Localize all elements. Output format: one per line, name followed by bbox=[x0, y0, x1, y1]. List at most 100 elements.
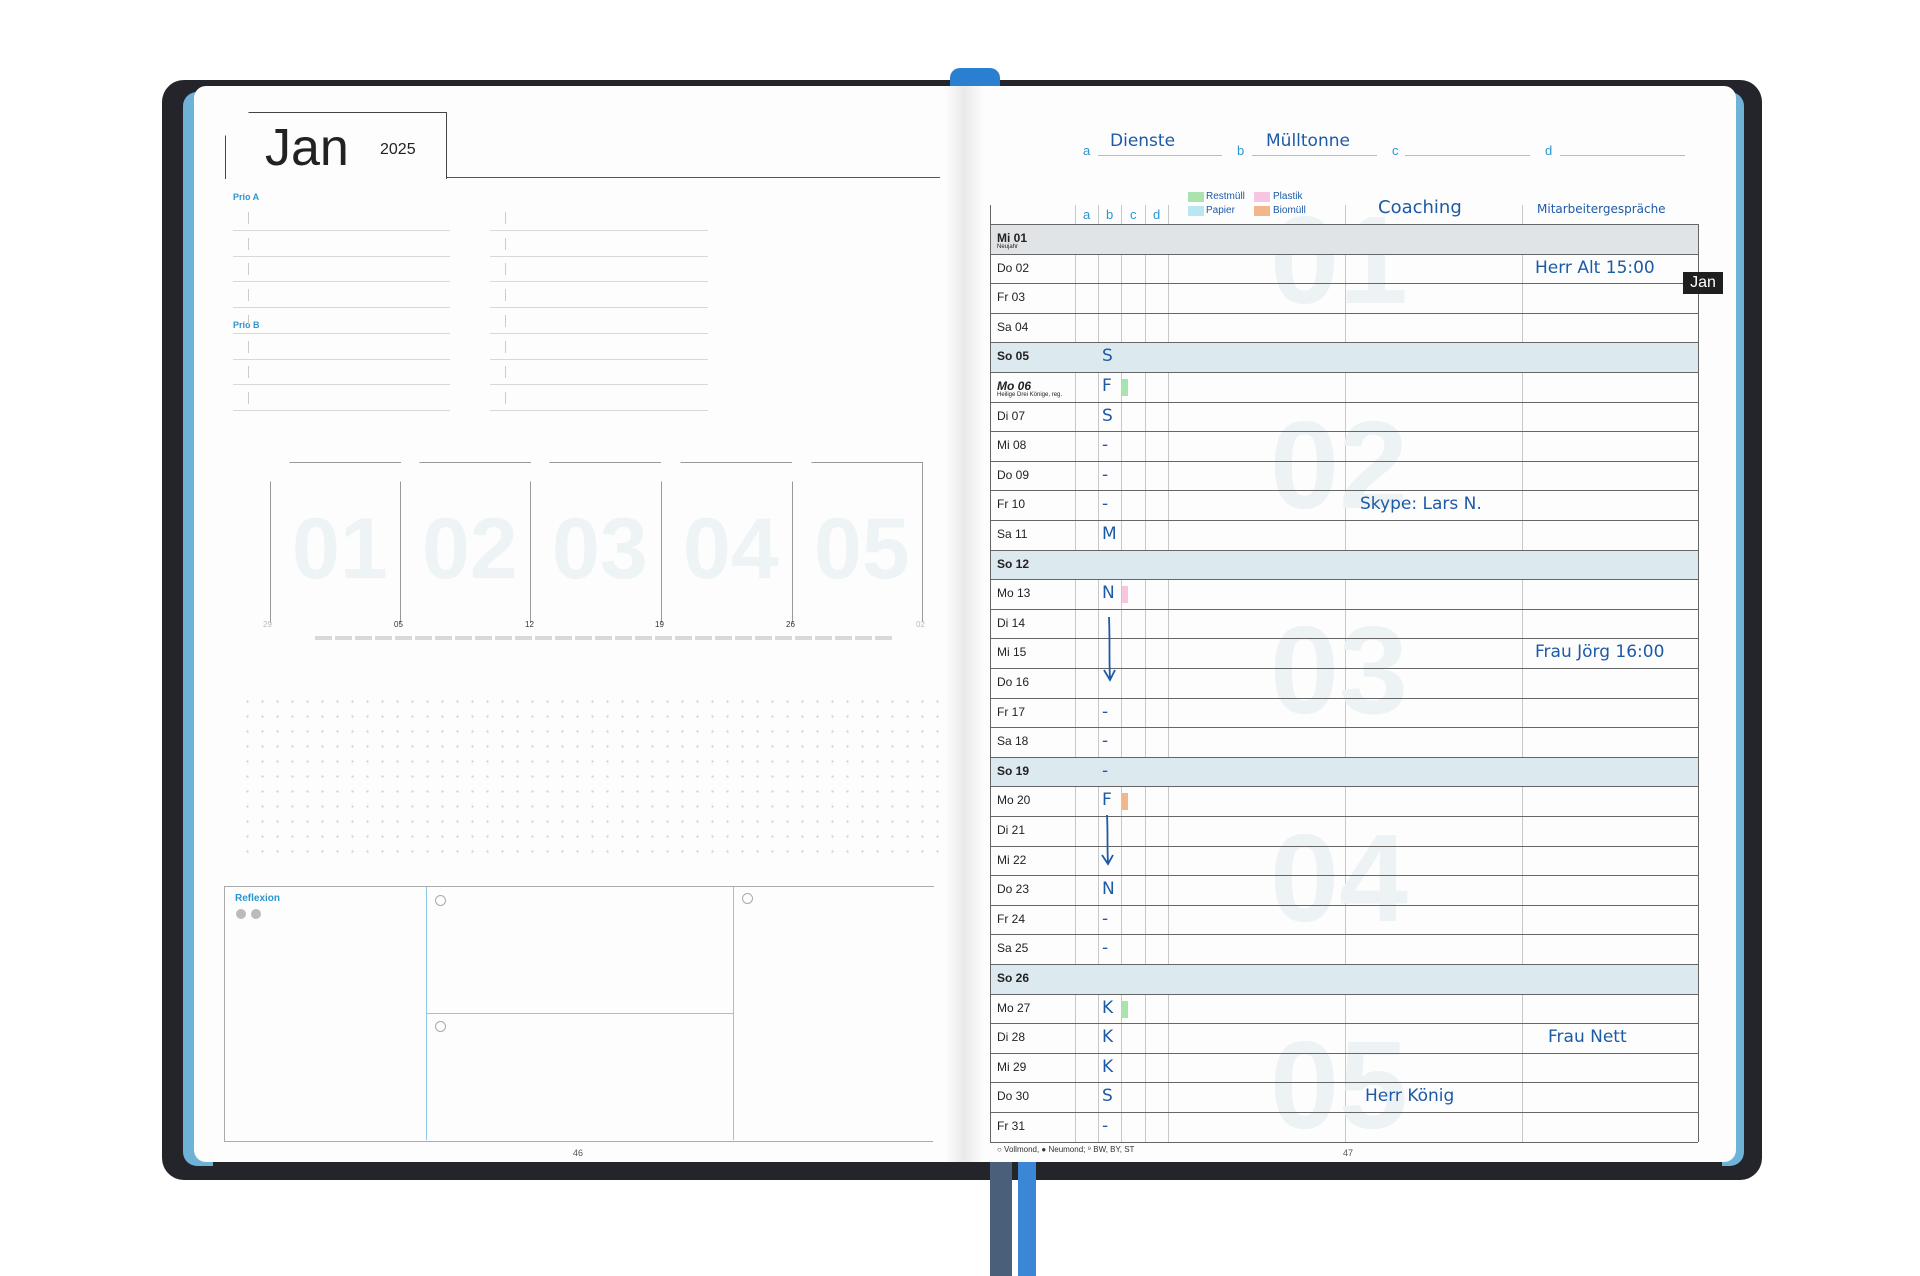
priority-line[interactable] bbox=[490, 409, 708, 411]
day-row[interactable]: Mi 29 K bbox=[990, 1054, 1698, 1084]
day-row[interactable]: Fr 17 - bbox=[990, 699, 1698, 729]
legend-restmuell: Restmüll bbox=[1206, 191, 1245, 202]
priority-checkbox-tick bbox=[248, 237, 249, 250]
day-row[interactable]: Do 16 bbox=[990, 669, 1698, 699]
duty-entry[interactable]: S bbox=[1102, 406, 1113, 426]
bookmark-ribbon-blue[interactable] bbox=[1018, 1162, 1036, 1276]
day-row[interactable]: Mi 22 bbox=[990, 847, 1698, 877]
priority-line[interactable] bbox=[233, 332, 450, 334]
coaching-entry[interactable]: Skype: Lars N. bbox=[1360, 494, 1482, 514]
day-label: Do 02 bbox=[997, 260, 1030, 275]
bookmark-ribbon-grey[interactable] bbox=[990, 1162, 1012, 1276]
day-label: Sa 25 bbox=[997, 941, 1029, 956]
day-row[interactable]: So 19 - bbox=[990, 757, 1698, 788]
duty-entry[interactable]: - bbox=[1102, 731, 1108, 751]
duty-entry[interactable]: N bbox=[1102, 879, 1115, 899]
day-row[interactable]: Fr 24 - bbox=[990, 906, 1698, 936]
priority-line[interactable] bbox=[490, 332, 708, 334]
day-row[interactable]: Do 02 Herr Alt 15:00 bbox=[990, 255, 1698, 285]
mitarbeiter-entry[interactable]: Herr Alt 15:00 bbox=[1535, 258, 1655, 278]
dot-grid[interactable] bbox=[240, 694, 940, 864]
day-label: Mo 13 bbox=[997, 586, 1031, 601]
priority-line[interactable] bbox=[490, 384, 708, 386]
duty-entry[interactable]: - bbox=[1102, 465, 1108, 485]
column-letter-a: a bbox=[1083, 207, 1091, 222]
day-row[interactable]: Mo 27 K bbox=[990, 995, 1698, 1025]
day-label: Do 09 bbox=[997, 467, 1030, 482]
day-label: Do 16 bbox=[997, 675, 1030, 689]
duty-entry[interactable]: S bbox=[1102, 1086, 1113, 1106]
mitarbeiter-entry[interactable]: Frau Jörg 16:00 bbox=[1535, 642, 1664, 662]
priority-line[interactable] bbox=[233, 255, 450, 257]
header-title-b[interactable]: Mülltonne bbox=[1266, 131, 1350, 151]
duty-entry[interactable]: F bbox=[1102, 790, 1112, 810]
duty-entry[interactable]: - bbox=[1102, 761, 1108, 781]
month-title: Jan bbox=[265, 119, 349, 177]
day-row[interactable]: Mo 06 Heilige Drei Könige, reg. F bbox=[990, 373, 1698, 403]
day-row[interactable]: Di 28 K Frau Nett bbox=[990, 1024, 1698, 1054]
priority-line[interactable] bbox=[490, 255, 708, 257]
duty-entry[interactable]: - bbox=[1102, 1116, 1108, 1136]
day-row[interactable]: Mo 13 N bbox=[990, 580, 1698, 610]
column-letter-b: b bbox=[1106, 207, 1114, 222]
priority-line[interactable] bbox=[490, 230, 708, 231]
day-row[interactable]: Mi 08 - bbox=[990, 432, 1698, 462]
priority-line[interactable] bbox=[233, 281, 450, 283]
coaching-entry[interactable]: Herr König bbox=[1365, 1086, 1454, 1106]
duty-entry[interactable]: M bbox=[1102, 524, 1117, 544]
duty-entry[interactable]: - bbox=[1102, 702, 1108, 722]
duty-entry[interactable]: F bbox=[1102, 376, 1112, 396]
day-row[interactable]: So 26 bbox=[990, 965, 1698, 995]
duty-entry[interactable]: K bbox=[1102, 1027, 1113, 1047]
day-row[interactable]: Mi 15 Frau Jörg 16:00 bbox=[990, 639, 1698, 669]
duty-entry[interactable]: K bbox=[1102, 1057, 1113, 1077]
day-row[interactable]: Mi 01 Neujahr bbox=[990, 225, 1698, 255]
duty-entry[interactable]: S bbox=[1102, 346, 1113, 366]
reflexion-box bbox=[224, 886, 933, 1142]
duty-entry[interactable]: - bbox=[1102, 938, 1108, 958]
duty-entry[interactable]: - bbox=[1102, 909, 1108, 929]
day-row[interactable]: Do 30 S Herr König bbox=[990, 1083, 1698, 1113]
duty-entry[interactable]: K bbox=[1102, 998, 1113, 1018]
priority-line[interactable] bbox=[233, 307, 450, 309]
header-line-d bbox=[1560, 155, 1685, 156]
priority-line[interactable] bbox=[490, 307, 708, 309]
day-row[interactable]: Do 09 - bbox=[990, 462, 1698, 492]
day-row[interactable]: Do 23 N bbox=[990, 876, 1698, 906]
bin-marker-restmuell bbox=[1122, 1000, 1128, 1018]
page-number-left: 46 bbox=[573, 1148, 584, 1158]
column-letter-d: d bbox=[1153, 207, 1161, 222]
day-row[interactable]: Sa 25 - bbox=[990, 935, 1698, 965]
day-label: Di 14 bbox=[997, 615, 1026, 630]
day-row[interactable]: So 12 bbox=[990, 550, 1698, 581]
grid-right-border bbox=[1698, 224, 1699, 1142]
priority-checkbox-tick bbox=[505, 212, 506, 224]
legend-swatch-restmuell bbox=[1188, 192, 1204, 202]
day-row[interactable]: Di 21 bbox=[990, 817, 1698, 847]
day-row[interactable]: Di 14 bbox=[990, 610, 1698, 640]
day-row[interactable]: So 05 S bbox=[990, 343, 1698, 373]
duty-entry[interactable]: N bbox=[1102, 583, 1115, 603]
mitarbeiter-entry[interactable]: Frau Nett bbox=[1548, 1027, 1627, 1047]
day-label: Mi 29 bbox=[997, 1059, 1027, 1074]
day-row[interactable]: Fr 10 - Skype: Lars N. bbox=[990, 491, 1698, 521]
priority-line[interactable] bbox=[233, 358, 450, 360]
day-row[interactable]: Fr 31 - bbox=[990, 1113, 1698, 1143]
priority-line[interactable] bbox=[490, 281, 708, 283]
duty-entry[interactable]: - bbox=[1102, 435, 1108, 455]
bin-marker-plastik bbox=[1122, 586, 1128, 604]
priority-line[interactable] bbox=[233, 384, 450, 386]
month-tab-index[interactable]: Jan bbox=[1683, 272, 1723, 294]
priority-line[interactable] bbox=[490, 358, 708, 360]
duty-entry[interactable]: - bbox=[1102, 494, 1108, 514]
header-title-a[interactable]: Dienste bbox=[1110, 131, 1175, 151]
priority-line[interactable] bbox=[233, 230, 450, 231]
priority-line[interactable] bbox=[233, 409, 450, 411]
day-row[interactable]: Sa 11 M bbox=[990, 521, 1698, 551]
holiday-label: Neujahr bbox=[997, 244, 1019, 250]
day-row[interactable]: Sa 18 - bbox=[990, 728, 1698, 758]
day-row[interactable]: Di 07 S bbox=[990, 403, 1698, 433]
day-row[interactable]: Mo 20 F bbox=[990, 787, 1698, 817]
day-row[interactable]: Sa 04 bbox=[990, 314, 1698, 344]
day-row[interactable]: Fr 03 bbox=[990, 284, 1698, 314]
